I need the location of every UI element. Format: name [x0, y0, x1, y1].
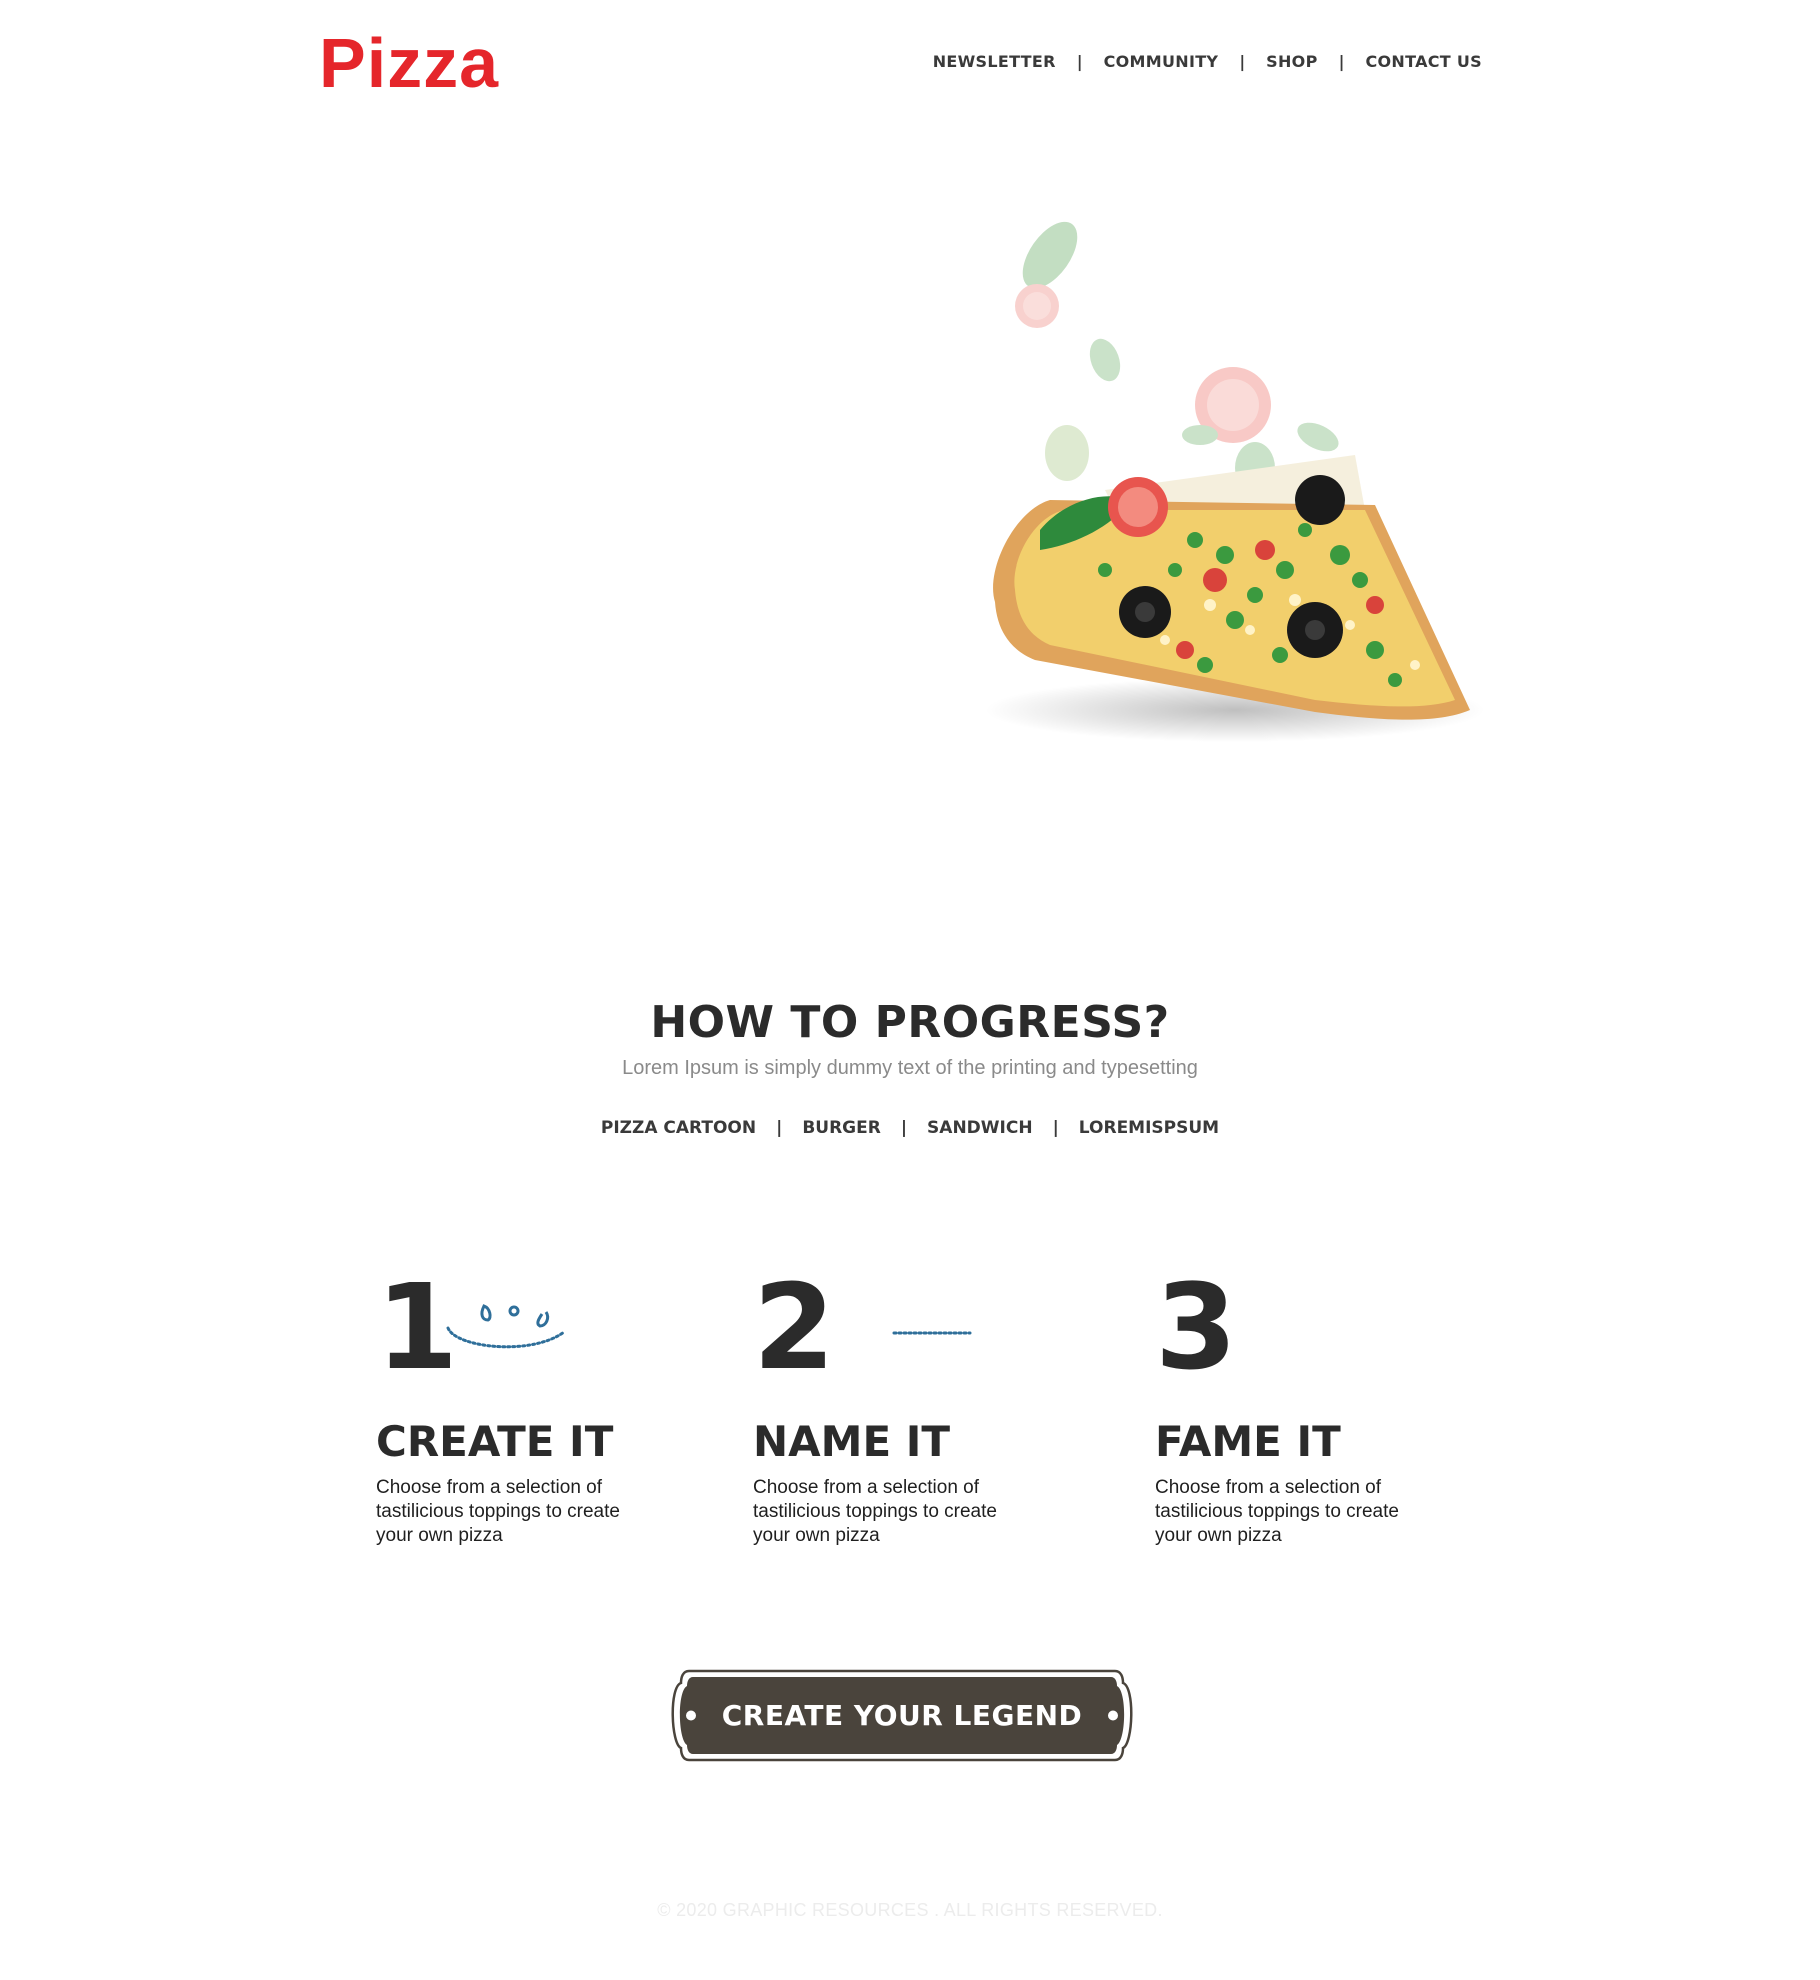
nav-contact-us[interactable]: CONTACT US	[1365, 52, 1482, 71]
category-loremispsum[interactable]: LOREMISPSUM	[1079, 1118, 1219, 1138]
category-separator: |	[776, 1118, 783, 1138]
step-description: Choose from a selection of tastilicious …	[753, 1477, 997, 1546]
step-title: CREATE IT	[376, 1417, 614, 1466]
step-title: NAME IT	[753, 1417, 951, 1466]
nav-newsletter[interactable]: NEWSLETTER	[933, 52, 1056, 71]
nav-separator: |	[1076, 52, 1083, 71]
pizza-slice-illustration	[985, 221, 1485, 742]
dotted-line-icon	[892, 1331, 972, 1335]
nav-separator: |	[1338, 52, 1345, 71]
category-separator: |	[1052, 1118, 1059, 1138]
hero-pizza-image	[955, 210, 1500, 750]
footer-copyright: © 2020 GRAPHIC RESOURCES . ALL RIGHTS RE…	[657, 1900, 1163, 1920]
section-subtitle: Lorem Ipsum is simply dummy text of the …	[622, 1057, 1198, 1079]
brand-logo[interactable]: Pizza	[319, 28, 499, 98]
category-burger[interactable]: BURGER	[802, 1118, 881, 1138]
category-separator: |	[900, 1118, 908, 1138]
step-fame: 3 FAME IT Choose from a selection of tas…	[1155, 1258, 1455, 1548]
category-nav: PIZZA CARTOON | BURGER | SANDWICH | LORE…	[0, 1118, 1820, 1138]
step-description: Choose from a selection of tastilicious …	[1155, 1477, 1399, 1546]
create-your-legend-button[interactable]: CREATE YOUR LEGEND	[669, 1669, 1135, 1762]
cta-label: CREATE YOUR LEGEND	[721, 1699, 1083, 1732]
step-number: 3	[1155, 1258, 1237, 1396]
smile-doodle-icon	[446, 1304, 566, 1349]
nav-shop[interactable]: SHOP	[1266, 52, 1317, 71]
category-sandwich[interactable]: SANDWICH	[927, 1118, 1033, 1138]
step-title: FAME IT	[1155, 1417, 1341, 1466]
section-title: HOW TO PROGRESS?	[650, 997, 1170, 1048]
main-nav: NEWSLETTER | COMMUNITY | SHOP | CONTACT …	[933, 52, 1482, 71]
step-description: Choose from a selection of tastilicious …	[376, 1477, 620, 1546]
step-number: 2	[753, 1258, 835, 1396]
category-pizza-cartoon[interactable]: PIZZA CARTOON	[601, 1118, 756, 1138]
falling-toppings	[1015, 221, 1365, 510]
step-name: 2 NAME IT Choose from a selection of tas…	[753, 1258, 1053, 1548]
nav-community[interactable]: COMMUNITY	[1104, 52, 1219, 71]
nav-separator: |	[1239, 52, 1246, 71]
